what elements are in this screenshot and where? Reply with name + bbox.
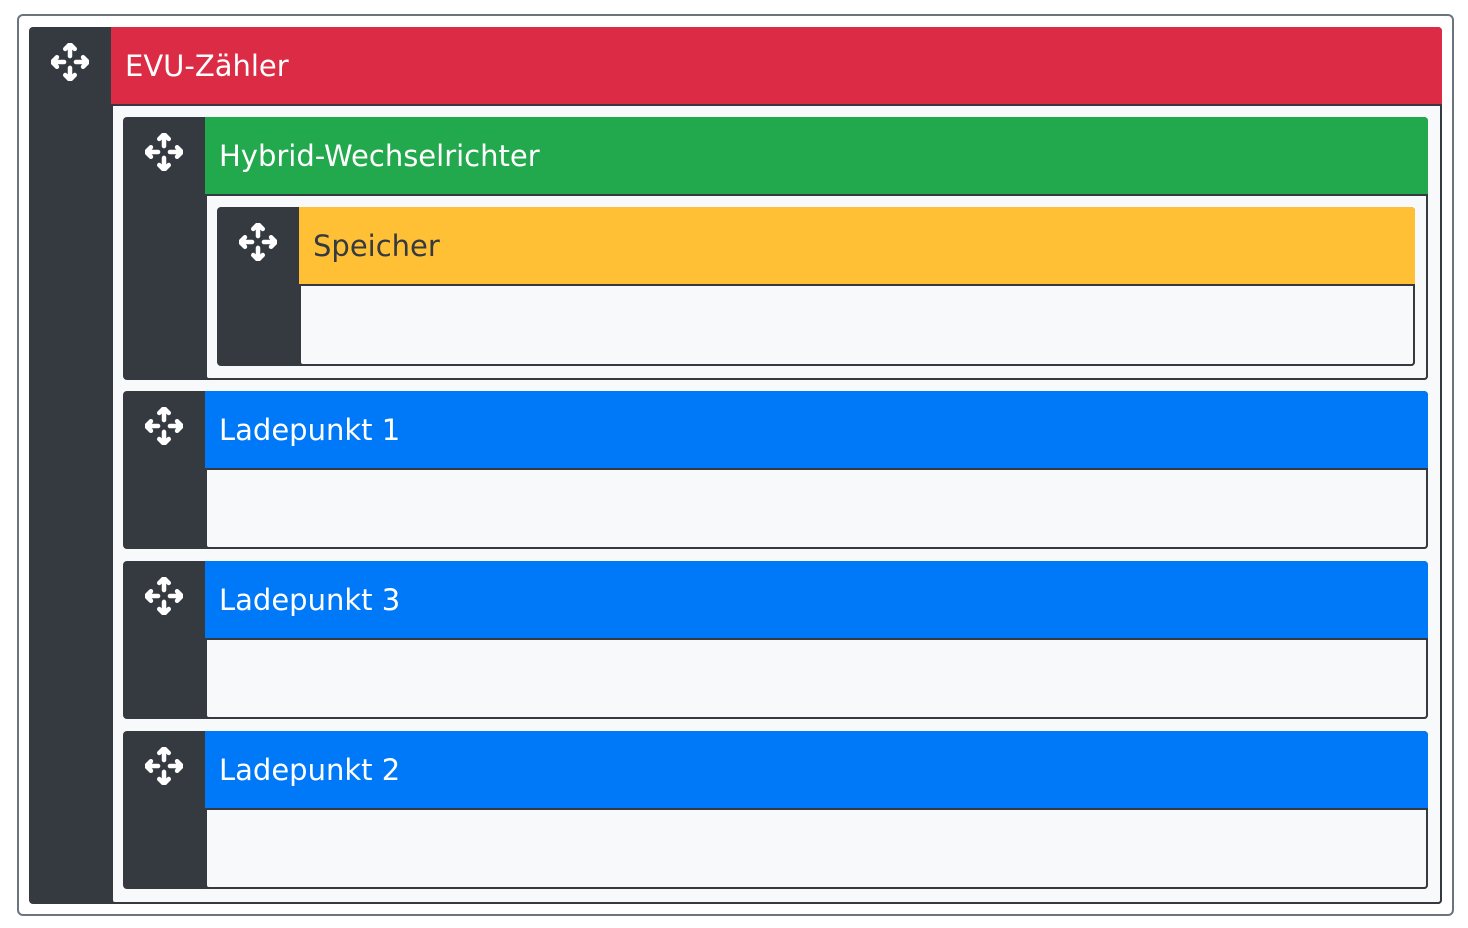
- drag-handle-ladepunkt-1[interactable]: [123, 391, 205, 461]
- hierarchy-node-ladepunkt-2[interactable]: Ladepunkt 2: [123, 731, 1428, 889]
- hierarchy-node-ladepunkt-1[interactable]: Ladepunkt 1: [123, 391, 1428, 549]
- node-children-speicher: [299, 284, 1415, 366]
- arrows-move-icon: [145, 407, 183, 445]
- arrows-move-icon: [239, 223, 277, 261]
- arrows-move-icon: [145, 747, 183, 785]
- arrows-move-icon: [145, 133, 183, 171]
- hierarchy-node-speicher[interactable]: Speicher: [217, 207, 1415, 366]
- node-label: Ladepunkt 1: [219, 413, 401, 447]
- node-label: Speicher: [313, 229, 440, 263]
- node-label: EVU-Zähler: [125, 49, 289, 83]
- drag-handle-hybrid-wechselrichter[interactable]: [123, 117, 205, 187]
- drag-handle-evu-zaehler[interactable]: [29, 27, 111, 97]
- arrows-move-icon: [145, 577, 183, 615]
- node-header-ladepunkt-2: Ladepunkt 2: [205, 731, 1428, 809]
- node-children-ladepunkt-1: [205, 468, 1428, 549]
- node-label: Hybrid-Wechselrichter: [219, 139, 540, 173]
- drag-handle-speicher[interactable]: [217, 207, 299, 277]
- arrows-move-icon: [51, 43, 89, 81]
- drag-handle-ladepunkt-2[interactable]: [123, 731, 205, 801]
- node-header-ladepunkt-1: Ladepunkt 1: [205, 391, 1428, 469]
- node-children-ladepunkt-2: [205, 808, 1428, 889]
- drag-handle-ladepunkt-3[interactable]: [123, 561, 205, 631]
- node-label: Ladepunkt 2: [219, 753, 401, 787]
- node-children-ladepunkt-3: [205, 638, 1428, 719]
- node-header-ladepunkt-3: Ladepunkt 3: [205, 561, 1428, 639]
- node-header-speicher: Speicher: [299, 207, 1415, 285]
- node-label: Ladepunkt 3: [219, 583, 401, 617]
- hierarchy-node-ladepunkt-3[interactable]: Ladepunkt 3: [123, 561, 1428, 719]
- node-header-evu-zaehler: EVU-Zähler: [111, 27, 1442, 105]
- node-header-hybrid-wechselrichter: Hybrid-Wechselrichter: [205, 117, 1428, 195]
